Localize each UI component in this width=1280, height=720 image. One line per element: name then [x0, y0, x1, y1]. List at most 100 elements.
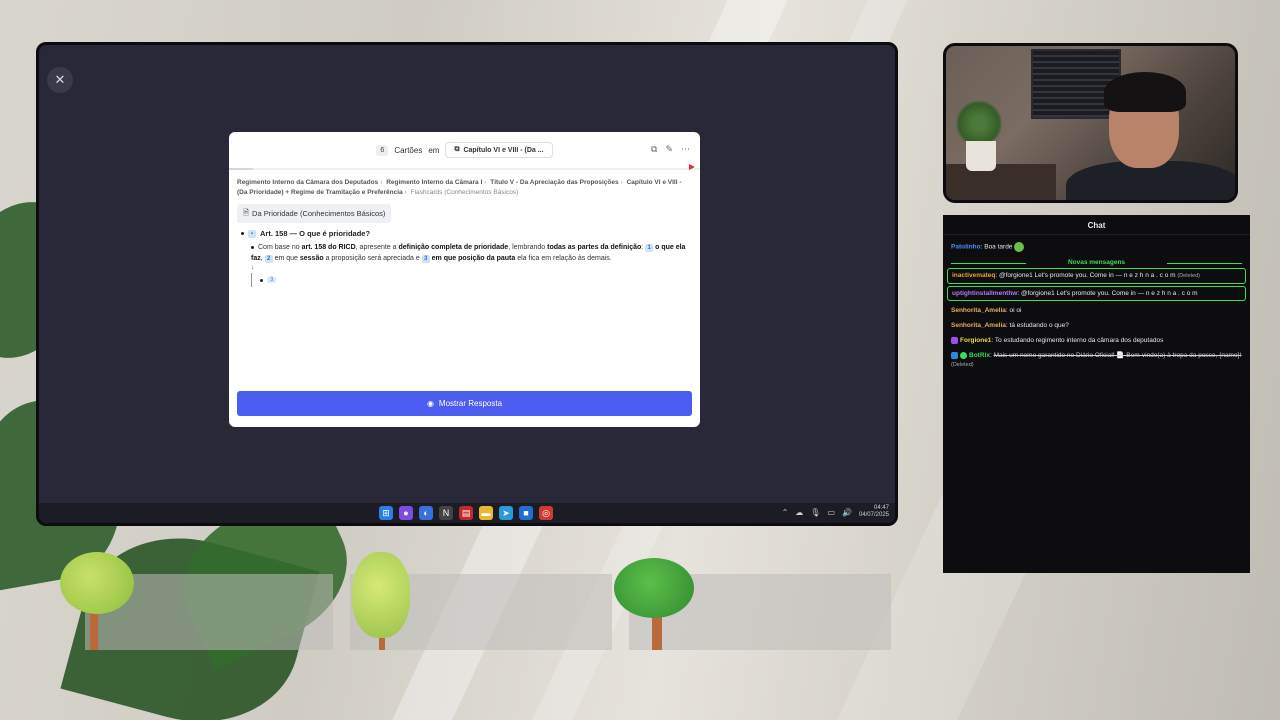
show-answer-button[interactable]: ◉ Mostrar Resposta: [237, 391, 692, 416]
webcam-person-hair: [1104, 72, 1186, 112]
chat-username[interactable]: Senhorita_Amelia: [951, 307, 1006, 314]
card-count-badge: 6: [376, 144, 389, 156]
new-messages-divider: Novas mensagens: [951, 259, 1242, 266]
breadcrumb: Regimento Interno da Câmara dos Deputado…: [237, 179, 682, 196]
chat-text: To estudando regimento interno da câmara…: [994, 337, 1164, 344]
progress-bar: [229, 168, 700, 170]
store-icon[interactable]: ■: [519, 506, 533, 520]
tree-icon: [60, 552, 134, 614]
chat-text: tá estudando o que?: [1009, 322, 1069, 329]
question-title-row: ▪ Art. 158 — O que é prioridade?: [241, 229, 700, 238]
emote-icon: [1014, 242, 1025, 252]
tree-icon: [352, 552, 410, 638]
arrow-down-icon: ↓: [251, 264, 255, 271]
notion-icon[interactable]: N: [439, 506, 453, 520]
chat-text: Boa tarde: [984, 243, 1013, 251]
chat-username[interactable]: uptightinstallmenthw: [952, 290, 1017, 297]
chat-message: inactivemateq: @forgione1 Let's promote …: [947, 268, 1246, 284]
chat-message: Forgione1: To estudando regimento intern…: [943, 333, 1250, 348]
windows-start-icon[interactable]: ⊞: [379, 506, 393, 520]
screen-capture: ✕ 6 Cartões em ⧉ Capítulo VI e VIII - (D…: [36, 42, 898, 526]
chat-message: uptightinstallmenthw: @forgione1 Let's p…: [947, 286, 1246, 301]
cards-label: Cartões: [394, 145, 423, 155]
chat-text: @forgione1 Let's promote you. Come in — …: [998, 272, 1176, 279]
clock[interactable]: 04:47 04/07/2025: [859, 505, 889, 519]
number-badge: 2: [264, 255, 273, 263]
progress-fill: [229, 168, 253, 170]
question-title: Art. 158 — O que é prioridade?: [260, 229, 371, 238]
mic-badge-icon: [951, 336, 958, 344]
number-badge: 3: [421, 255, 430, 263]
chat-title: Chat: [943, 215, 1250, 235]
chat-username[interactable]: inactivemateq: [952, 272, 995, 279]
system-tray: ⌃ ☁ 🎙 ▭ 🔊 04:47 04/07/2025: [782, 505, 889, 519]
bullet-icon: [260, 278, 263, 282]
answer-number: 3: [267, 277, 277, 283]
chat-username[interactable]: Senhorita_Amelia: [951, 322, 1006, 329]
breadcrumb-item[interactable]: Título V - Da Apreciação das Proposições: [490, 179, 618, 186]
chat-panel: Chat Patolinho: Boa tarde Novas mensagen…: [943, 215, 1250, 573]
taskbar: ⊞ ● ◐ N ▤ ▬ ➤ ■ ◎ ⌃ ☁ 🎙 ▭ 🔊 04:47 04/07/…: [39, 503, 895, 523]
bullet-icon: [241, 232, 244, 235]
webcam-feed: [943, 43, 1238, 203]
bot-badge-icon: [951, 351, 958, 359]
chat-text: oi oi: [1009, 307, 1022, 314]
bullet-icon: [251, 245, 254, 249]
chat-message: Patolinho: Boa tarde: [943, 239, 1250, 255]
deleted-tag: (Deleted): [951, 362, 974, 368]
volume-icon[interactable]: 🔊: [842, 508, 852, 517]
more-icon[interactable]: ⋯: [681, 144, 690, 155]
breadcrumb-item[interactable]: Flashcards (Conhecimentos Básicos): [411, 189, 519, 196]
answer-area[interactable]: 3: [251, 273, 700, 287]
chat-text: @forgione1 Let's promote you. Come in — …: [1020, 290, 1198, 297]
browser-icon[interactable]: ◐: [419, 506, 433, 520]
chat-message: Senhorita_Amelia: tá estudando o que?: [951, 322, 1069, 329]
question-icon: ▪: [248, 229, 256, 238]
flashcard-header: 6 Cartões em ⧉ Capítulo VI e VIII - (Da …: [229, 132, 700, 168]
chat-message: Senhorita_Amelia: oi oi: [951, 307, 1022, 314]
app-icon[interactable]: ●: [399, 506, 413, 520]
document-icon: 🗎: [243, 208, 250, 217]
chat-text: Mais um nome garantido no Diário Oficial…: [993, 352, 1242, 359]
show-answer-label: Mostrar Resposta: [438, 399, 503, 408]
breadcrumb-item[interactable]: Capítulo VI e VIII -: [627, 179, 682, 186]
webcam-plant: [954, 101, 1004, 146]
clock-time: 04:47: [873, 505, 889, 511]
topic-chip[interactable]: 🗎 Da Prioridade (Conhecimentos Básicos): [237, 204, 392, 223]
network-icon[interactable]: ▭: [827, 508, 835, 517]
microphone-icon[interactable]: 🎙: [810, 508, 820, 517]
number-badge: 1: [645, 244, 654, 252]
topic-label: Da Prioridade (Conhecimentos Básicos): [252, 209, 386, 218]
question-body: Com base no art. 158 do RICD, apresente …: [251, 244, 686, 263]
pdf-icon[interactable]: ▤: [459, 506, 473, 520]
open-external-icon[interactable]: ⧉: [651, 144, 657, 155]
deck-name: Capítulo VI e VIII - (Da ...: [463, 146, 544, 154]
telegram-icon[interactable]: ➤: [499, 506, 513, 520]
taskbar-apps: ⊞ ● ◐ N ▤ ▬ ➤ ■ ◎: [379, 506, 553, 520]
in-label: em: [428, 145, 440, 155]
webcam-plant-pot: [966, 141, 996, 171]
chat-username[interactable]: BotRix: [969, 352, 990, 359]
flag-icon[interactable]: [689, 164, 695, 170]
webcam-shelf: [946, 164, 1056, 200]
flashcard-modal: 6 Cartões em ⧉ Capítulo VI e VIII - (Da …: [229, 132, 700, 427]
breadcrumb-item[interactable]: Regimento Interno da Câmara I: [386, 179, 482, 186]
header-actions: ⧉ ✎ ⋯: [651, 144, 690, 155]
cloud-icon[interactable]: ☁: [795, 508, 803, 517]
folder-icon[interactable]: ▬: [479, 506, 493, 520]
chrome-icon[interactable]: ◎: [539, 506, 553, 520]
copy-icon: ⧉: [454, 146, 460, 153]
breadcrumb-item[interactable]: (Da Prioridade) + Regime de Tramitação e…: [237, 189, 403, 196]
chat-username[interactable]: Patolinho: [951, 244, 981, 251]
edit-icon[interactable]: ✎: [665, 144, 673, 155]
clock-date: 04/07/2025: [858, 512, 889, 518]
tree-icon: [614, 558, 694, 618]
verified-badge-icon: [960, 351, 967, 359]
breadcrumb-item[interactable]: Regimento Interno da Câmara dos Deputado…: [237, 179, 378, 186]
chevron-up-icon[interactable]: ⌃: [782, 508, 789, 517]
deck-selector[interactable]: ⧉ Capítulo VI e VIII - (Da ...: [445, 142, 553, 158]
close-icon[interactable]: ✕: [47, 67, 73, 93]
chat-message: BotRix: Mais um nome garantido no Diário…: [951, 351, 1242, 368]
eye-icon: ◉: [426, 399, 434, 408]
chat-username[interactable]: Forgione1: [960, 337, 991, 344]
